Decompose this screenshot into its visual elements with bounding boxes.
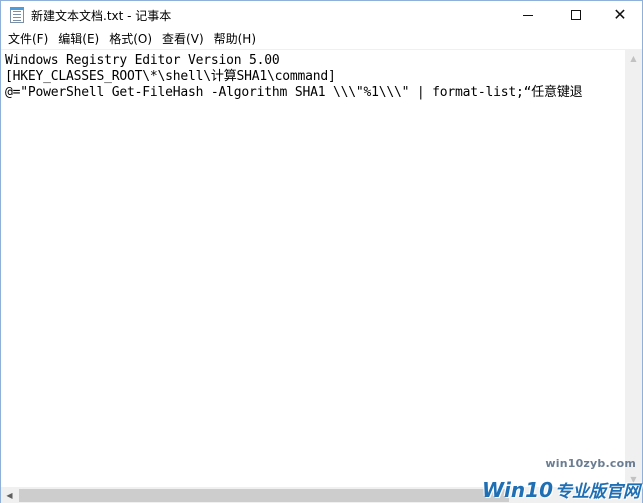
- editor-line: @="PowerShell Get-FileHash -Algorithm SH…: [5, 85, 583, 100]
- scroll-left-icon[interactable]: ◀: [1, 487, 18, 503]
- menu-bar: 文件(F) 编辑(E) 格式(O) 查看(V) 帮助(H): [1, 29, 642, 49]
- window-title: 新建文本文档.txt - 记事本: [31, 9, 172, 23]
- minimize-icon: [523, 14, 533, 16]
- title-bar[interactable]: 新建文本文档.txt - 记事本 ✕: [1, 1, 642, 29]
- menu-format[interactable]: 格式(O): [104, 29, 157, 49]
- watermark-brand: Win10: [482, 478, 553, 502]
- watermark-url: win10zyb.com: [545, 457, 636, 470]
- scroll-up-icon[interactable]: ▲: [625, 50, 642, 67]
- close-icon: ✕: [613, 5, 627, 24]
- text-editor[interactable]: Windows Registry Editor Version 5.00 [HK…: [1, 50, 625, 488]
- notepad-window: 新建文本文档.txt - 记事本 ✕ 文件(F) 编辑(E) 格式(O) 查看(…: [0, 0, 643, 503]
- maximize-icon: [571, 10, 581, 20]
- vertical-scrollbar[interactable]: ▲ ▼: [625, 50, 642, 488]
- menu-edit[interactable]: 编辑(E): [53, 29, 104, 49]
- menu-file[interactable]: 文件(F): [3, 29, 53, 49]
- editor-line: Windows Registry Editor Version 5.00: [5, 53, 280, 68]
- horizontal-scroll-thumb[interactable]: [19, 489, 509, 502]
- minimize-button[interactable]: [505, 1, 551, 29]
- close-button[interactable]: ✕: [597, 1, 643, 29]
- maximize-button[interactable]: [553, 1, 599, 29]
- menu-view[interactable]: 查看(V): [157, 29, 209, 49]
- editor-line: [HKEY_CLASSES_ROOT\*\shell\计算SHA1\comman…: [5, 69, 336, 84]
- notepad-icon[interactable]: [10, 7, 24, 23]
- watermark: win10zyb.com Win10 专业版官网: [479, 457, 643, 503]
- watermark-subtitle: 专业版官网: [555, 482, 640, 502]
- menu-help[interactable]: 帮助(H): [209, 29, 261, 49]
